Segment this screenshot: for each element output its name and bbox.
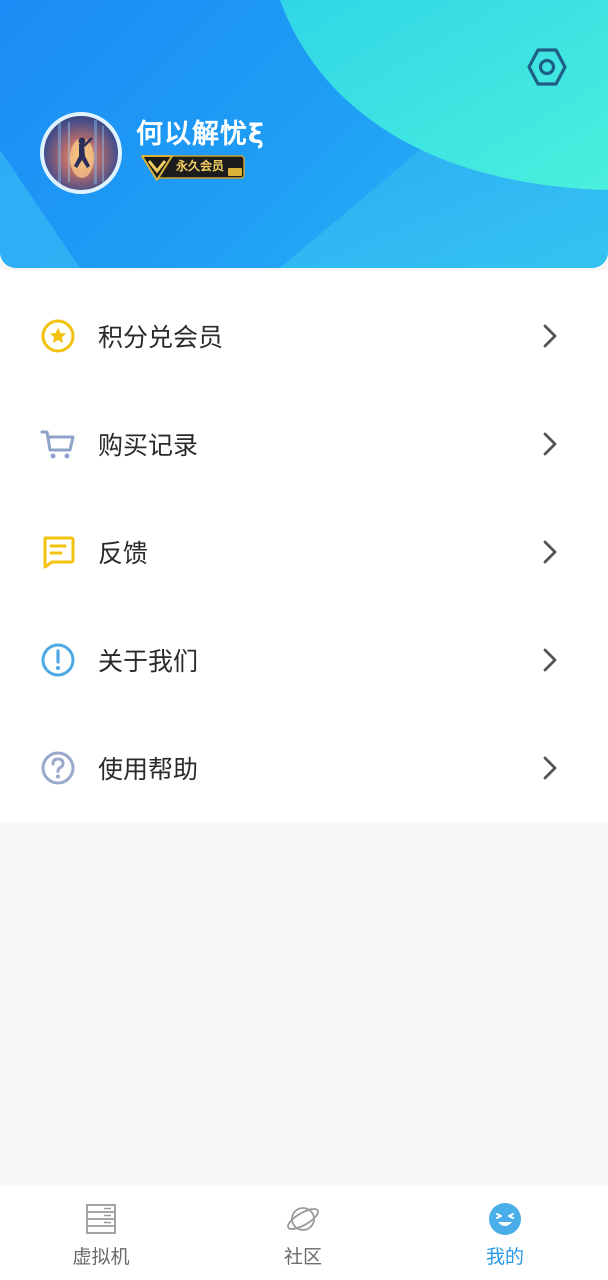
menu-item-feedback[interactable]: 反馈 [0,498,608,606]
tab-community[interactable]: 社区 [202,1186,404,1280]
settings-hexagon-icon [527,48,567,86]
tab-virtual-machine[interactable]: 虚拟机 [0,1186,202,1280]
profile-header: 何以解忧ξ 永久会员 [0,0,608,268]
smiley-face-icon [489,1203,521,1235]
avatar[interactable] [40,112,122,194]
bottom-tab-bar: 虚拟机 社区 我的 [0,1186,608,1280]
menu-item-help[interactable]: 使用帮助 [0,714,608,822]
feedback-message-icon [43,536,75,569]
menu-item-label: 积分兑会员 [98,323,224,352]
chevron-right-icon [543,648,557,672]
menu-item-label: 购买记录 [98,431,199,460]
chevron-right-icon [543,540,557,564]
settings-button[interactable] [524,44,570,90]
planet-icon [287,1207,319,1231]
tab-label: 我的 [485,1246,524,1268]
cart-icon [40,430,75,459]
tab-mine[interactable]: 我的 [404,1186,606,1280]
server-icon [86,1204,116,1234]
menu-item-label: 反馈 [98,539,149,568]
menu-item-label: 关于我们 [98,647,199,676]
tab-label: 社区 [283,1246,322,1268]
username: 何以解忧ξ [136,119,265,150]
menu-item-purchase-history[interactable]: 购买记录 [0,390,608,498]
membership-badge-label: 永久会员 [176,159,225,173]
menu-item-about-us[interactable]: 关于我们 [0,606,608,714]
avatar-image [58,120,104,186]
menu-item-points-to-vip[interactable]: 积分兑会员 [0,282,608,390]
membership-badge: 永久会员 [140,152,246,182]
tab-label: 虚拟机 [72,1246,130,1268]
help-question-icon [41,751,75,785]
chevron-right-icon [543,432,557,456]
menu-item-label: 使用帮助 [98,755,199,784]
star-circle-icon [41,319,75,353]
menu-list: 积分兑会员 购买记录 反馈 关于我们 使用帮助 [0,270,608,822]
info-exclamation-icon [41,643,75,677]
chevron-right-icon [543,756,557,780]
chevron-right-icon [543,324,557,348]
